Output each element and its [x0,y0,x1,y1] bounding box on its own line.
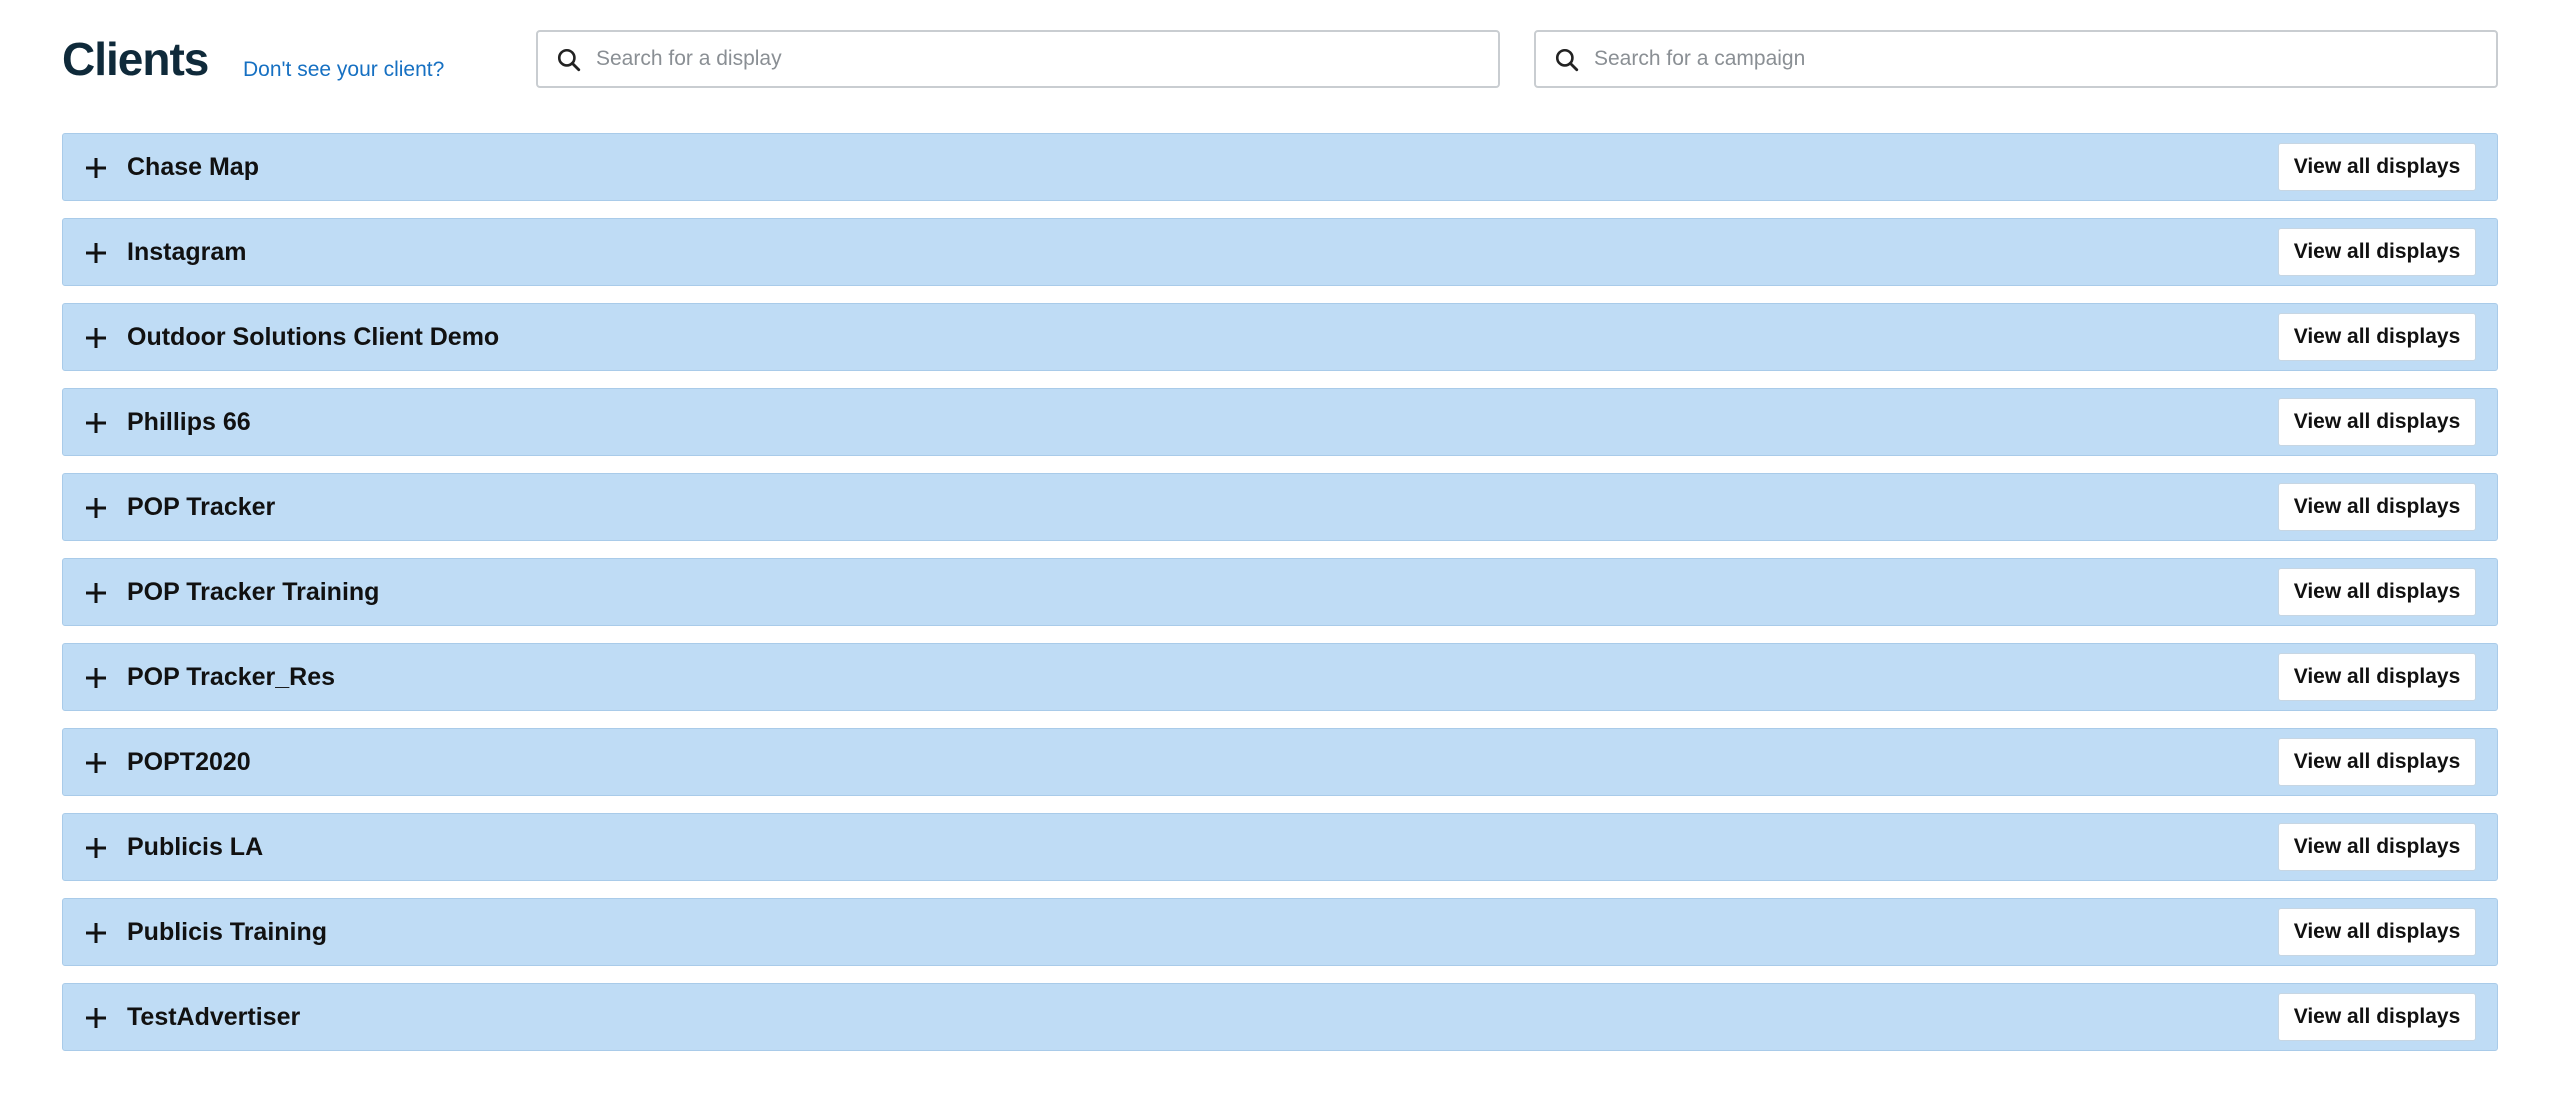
client-name: Publicis LA [127,833,264,861]
view-all-displays-button[interactable]: View all displays [2278,483,2476,531]
client-row[interactable]: TestAdvertiser View all displays [62,983,2498,1051]
client-row[interactable]: Chase Map View all displays [62,133,2498,201]
client-row[interactable]: POPT2020 View all displays [62,728,2498,796]
view-all-displays-button[interactable]: View all displays [2278,568,2476,616]
display-search-input[interactable] [596,32,1476,86]
client-row[interactable]: Outdoor Solutions Client Demo View all d… [62,303,2498,371]
search-icon [557,48,581,72]
search-icon [1555,48,1579,72]
client-row[interactable]: Publicis Training View all displays [62,898,2498,966]
client-name: TestAdvertiser [127,1003,301,1031]
plus-icon[interactable] [84,156,108,180]
client-name: POP Tracker [127,493,276,521]
plus-icon[interactable] [84,836,108,860]
client-name: POPT2020 [127,748,251,776]
view-all-displays-button[interactable]: View all displays [2278,313,2476,361]
clients-page: Clients Don't see your client? Chase Map… [0,0,2560,1106]
client-name: Phillips 66 [127,408,251,436]
plus-icon[interactable] [84,326,108,350]
view-all-displays-button[interactable]: View all displays [2278,908,2476,956]
view-all-displays-button[interactable]: View all displays [2278,823,2476,871]
view-all-displays-button[interactable]: View all displays [2278,993,2476,1041]
client-row[interactable]: POP Tracker_Res View all displays [62,643,2498,711]
client-row[interactable]: Instagram View all displays [62,218,2498,286]
plus-icon[interactable] [84,241,108,265]
client-row[interactable]: Publicis LA View all displays [62,813,2498,881]
campaign-search-box[interactable] [1534,30,2498,88]
client-name: POP Tracker_Res [127,663,336,691]
client-row[interactable]: POP Tracker View all displays [62,473,2498,541]
plus-icon[interactable] [84,411,108,435]
view-all-displays-button[interactable]: View all displays [2278,738,2476,786]
view-all-displays-button[interactable]: View all displays [2278,653,2476,701]
plus-icon[interactable] [84,921,108,945]
plus-icon[interactable] [84,496,108,520]
plus-icon[interactable] [84,1006,108,1030]
client-name: Chase Map [127,153,259,181]
view-all-displays-button[interactable]: View all displays [2278,398,2476,446]
plus-icon[interactable] [84,666,108,690]
client-name: Publicis Training [127,918,328,946]
client-row[interactable]: Phillips 66 View all displays [62,388,2498,456]
client-row[interactable]: POP Tracker Training View all displays [62,558,2498,626]
view-all-displays-button[interactable]: View all displays [2278,143,2476,191]
client-name: Outdoor Solutions Client Demo [127,323,500,351]
page-header: Clients Don't see your client? [62,30,2498,92]
campaign-search-input[interactable] [1594,32,2474,86]
client-name: Instagram [127,238,247,266]
client-name: POP Tracker Training [127,578,380,606]
missing-client-link[interactable]: Don't see your client? [243,58,444,82]
page-title: Clients [62,33,209,85]
client-list: Chase Map View all displays Instagram Vi… [62,133,2498,1068]
plus-icon[interactable] [84,751,108,775]
plus-icon[interactable] [84,581,108,605]
display-search-box[interactable] [536,30,1500,88]
view-all-displays-button[interactable]: View all displays [2278,228,2476,276]
